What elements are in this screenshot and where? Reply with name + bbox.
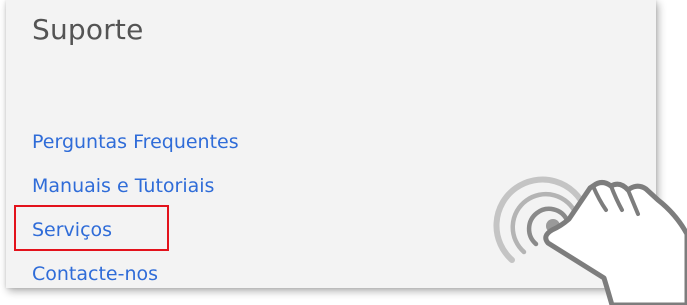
hand-pointer-icon: [493, 176, 687, 305]
link-contacte-nos[interactable]: Contacte-nos: [32, 263, 158, 285]
section-title: Suporte: [32, 13, 144, 46]
link-manuais-e-tutoriais[interactable]: Manuais e Tutoriais: [32, 175, 214, 197]
link-perguntas-frequentes[interactable]: Perguntas Frequentes: [32, 131, 239, 153]
highlight-box: [14, 205, 169, 251]
